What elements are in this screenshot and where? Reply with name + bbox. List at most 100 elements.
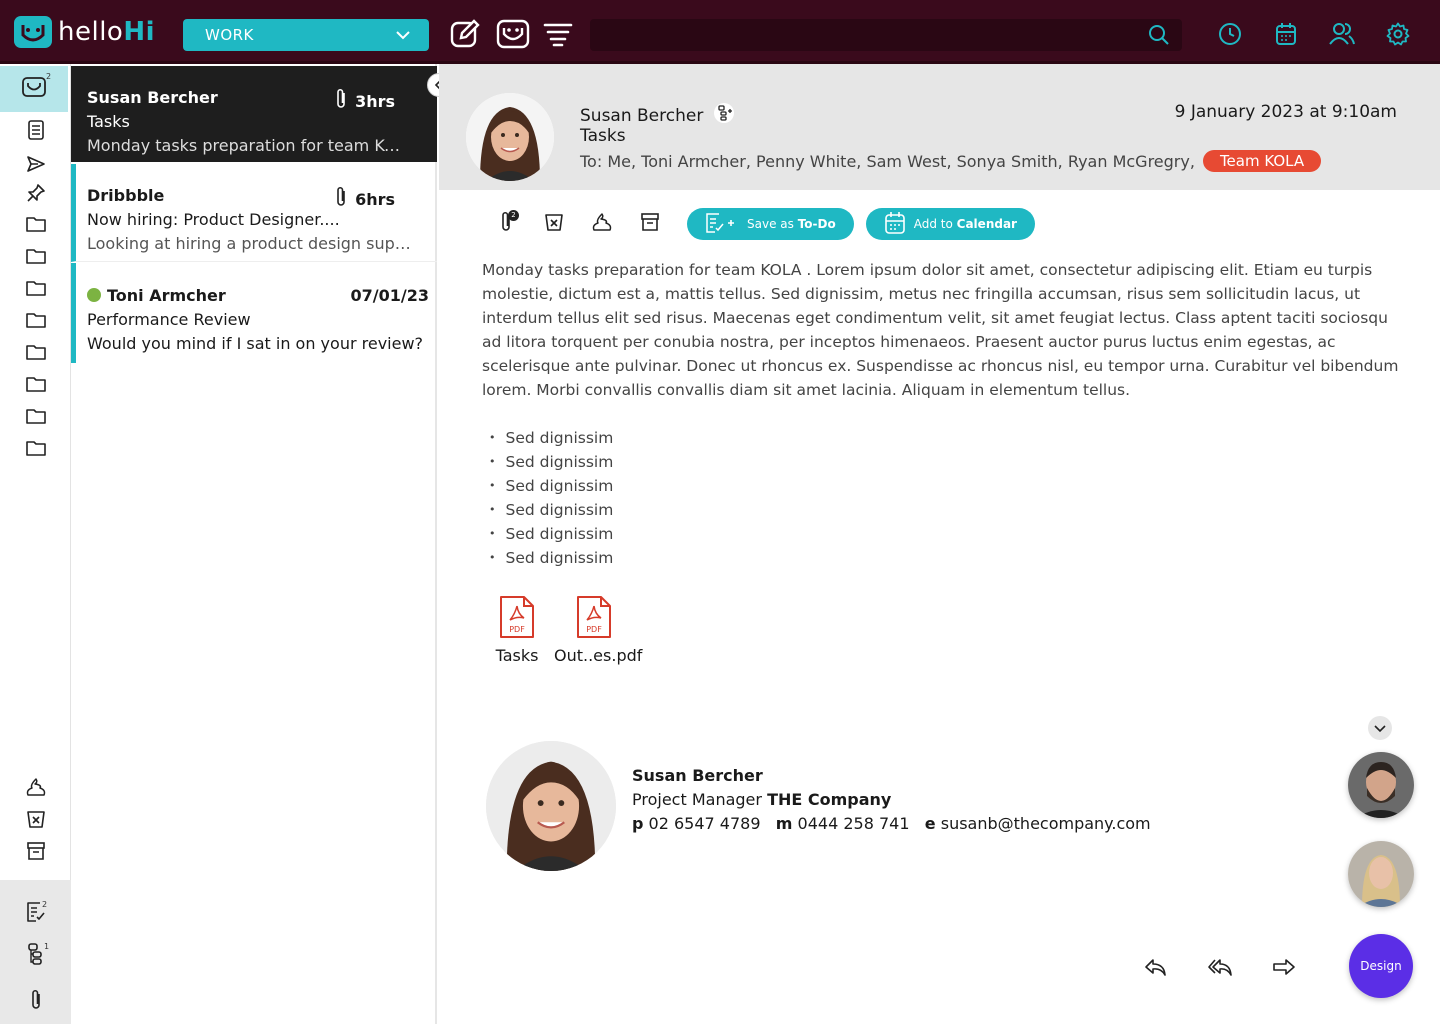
message-time: 6hrs — [335, 186, 395, 212]
message-from: Dribbble — [87, 186, 165, 205]
message-subject: Performance Review — [87, 310, 251, 329]
folder-icon — [25, 311, 47, 333]
add-task-icon[interactable] — [713, 102, 735, 129]
message-item-3[interactable]: Toni Armcher 07/01/23 Performance Review… — [71, 263, 437, 363]
logo-smile-icon — [14, 16, 52, 48]
rail-archive[interactable] — [0, 837, 71, 869]
junk-icon — [591, 212, 613, 236]
attachment-outes[interactable]: PDF Out..es.pdf — [554, 594, 642, 665]
filter-icon[interactable] — [541, 17, 575, 51]
signature-contacts: p 02 6547 4789 m 0444 258 741 e susanb@t… — [632, 814, 1151, 833]
hellohi-inbox-icon[interactable] — [496, 17, 530, 51]
save-as-todo-button[interactable]: Save as To-Do — [687, 208, 854, 240]
reply-button[interactable] — [1138, 954, 1174, 984]
rail-attachments[interactable] — [0, 986, 71, 1018]
logo-text: helloHi — [58, 17, 156, 47]
rail-folder-2[interactable] — [0, 242, 71, 274]
workspace-select[interactable]: WORK — [183, 19, 429, 51]
rail-todo[interactable]: 2 — [0, 898, 71, 930]
sender-avatar[interactable] — [466, 93, 554, 181]
archive-button[interactable] — [626, 208, 674, 240]
contacts-icon[interactable] — [1325, 17, 1359, 51]
inbox-badge: 2 — [46, 72, 52, 81]
clock-icon[interactable] — [1213, 17, 1247, 51]
chevron-down-icon — [395, 27, 411, 47]
attachments-button[interactable]: 2 — [482, 208, 530, 240]
rail-drafts[interactable] — [0, 116, 71, 148]
todo-add-icon — [705, 212, 739, 237]
message-from: Toni Armcher — [87, 286, 226, 305]
rail-bottom-section: 2 1 — [0, 880, 71, 1024]
rail-trash[interactable] — [0, 805, 71, 837]
rail-folder-1[interactable] — [0, 210, 71, 242]
rail-folder-6[interactable] — [0, 370, 71, 402]
collapse-contacts-button[interactable] — [1368, 716, 1392, 740]
attachment-label: Tasks — [495, 646, 539, 665]
list-item: Sed dignissim — [489, 450, 614, 474]
rail-tasks[interactable]: 1 — [0, 940, 71, 972]
message-time: 3hrs — [335, 88, 395, 114]
rail-folder-5[interactable] — [0, 338, 71, 370]
email-signature: Susan Bercher Project Manager THE Compan… — [632, 764, 1151, 836]
tasks-badge: 1 — [44, 942, 50, 951]
folder-icon — [25, 247, 47, 269]
folder-icon — [25, 279, 47, 301]
junk-icon — [25, 777, 47, 801]
svg-text:PDF: PDF — [586, 625, 602, 634]
reply-icon — [1144, 957, 1168, 981]
pin-icon — [26, 183, 46, 207]
contact-avatar-1[interactable] — [1348, 752, 1414, 818]
folder-icon — [25, 375, 47, 397]
rail-folder-7[interactable] — [0, 402, 71, 434]
folder-icon — [25, 407, 47, 429]
junk-button[interactable] — [578, 208, 626, 240]
rail-junk[interactable] — [0, 773, 71, 805]
calendar-icon[interactable] — [1269, 17, 1303, 51]
pdf-icon: PDF — [575, 594, 613, 640]
forward-button[interactable] — [1266, 954, 1302, 984]
attachment-label: Out..es.pdf — [554, 646, 643, 665]
rail-folder-8[interactable] — [0, 434, 71, 466]
search-bar[interactable] — [590, 19, 1182, 51]
todo-badge: 2 — [42, 900, 48, 909]
gear-icon[interactable] — [1381, 17, 1415, 51]
contact-avatar-2[interactable] — [1348, 841, 1414, 907]
rail-sent[interactable] — [0, 150, 71, 182]
add-to-calendar-button[interactable]: Add to Calendar — [865, 208, 1035, 240]
send-icon — [26, 155, 46, 177]
archive-icon — [26, 841, 46, 865]
email-recipients: To: Me, Toni Armcher, Penny White, Sam W… — [580, 150, 1322, 172]
delete-button[interactable] — [530, 208, 578, 240]
compose-icon[interactable] — [448, 17, 482, 51]
search-icon[interactable] — [1148, 24, 1170, 50]
email-bullet-list: Sed dignissim Sed dignissim Sed dignissi… — [489, 426, 614, 570]
archive-icon — [640, 212, 660, 236]
svg-text:PDF: PDF — [509, 625, 525, 634]
logo[interactable]: helloHi — [14, 16, 155, 48]
message-subject: Tasks — [87, 112, 130, 131]
list-item: Sed dignissim — [489, 426, 614, 450]
message-item-2[interactable]: Dribbble 6hrs Now hiring: Product Design… — [71, 164, 437, 262]
paperclip-icon — [335, 88, 347, 114]
email-actions-toolbar: 2 Save as To-Do Add to Calendar — [482, 208, 1035, 240]
attachment-tasks[interactable]: PDF Tasks — [477, 594, 557, 665]
calendar-icon — [884, 211, 906, 238]
message-item-1[interactable]: Susan Bercher 3hrs Tasks Monday tasks pr… — [71, 66, 437, 162]
team-tag[interactable]: Team KOLA — [1202, 150, 1322, 172]
design-button[interactable]: Design — [1349, 934, 1413, 998]
chevron-down-icon — [1374, 719, 1386, 738]
list-item: Sed dignissim — [489, 498, 614, 522]
rail-inbox[interactable]: 2 — [0, 66, 68, 112]
signature-email-link[interactable]: susanb@thecompany.com — [941, 814, 1151, 833]
reply-all-button[interactable] — [1202, 954, 1238, 984]
left-rail: 2 2 1 — [0, 64, 71, 1024]
message-subject: Now hiring: Product Designer.... — [87, 210, 340, 229]
email-body: Monday tasks preparation for team KOLA .… — [482, 261, 1399, 399]
rail-folder-4[interactable] — [0, 306, 71, 338]
rail-pinned[interactable] — [0, 179, 71, 211]
rail-folder-3[interactable] — [0, 274, 71, 306]
workspace-label: WORK — [205, 26, 254, 44]
forward-icon — [1272, 957, 1296, 981]
trash-icon — [544, 212, 564, 236]
trash-icon — [26, 809, 46, 833]
